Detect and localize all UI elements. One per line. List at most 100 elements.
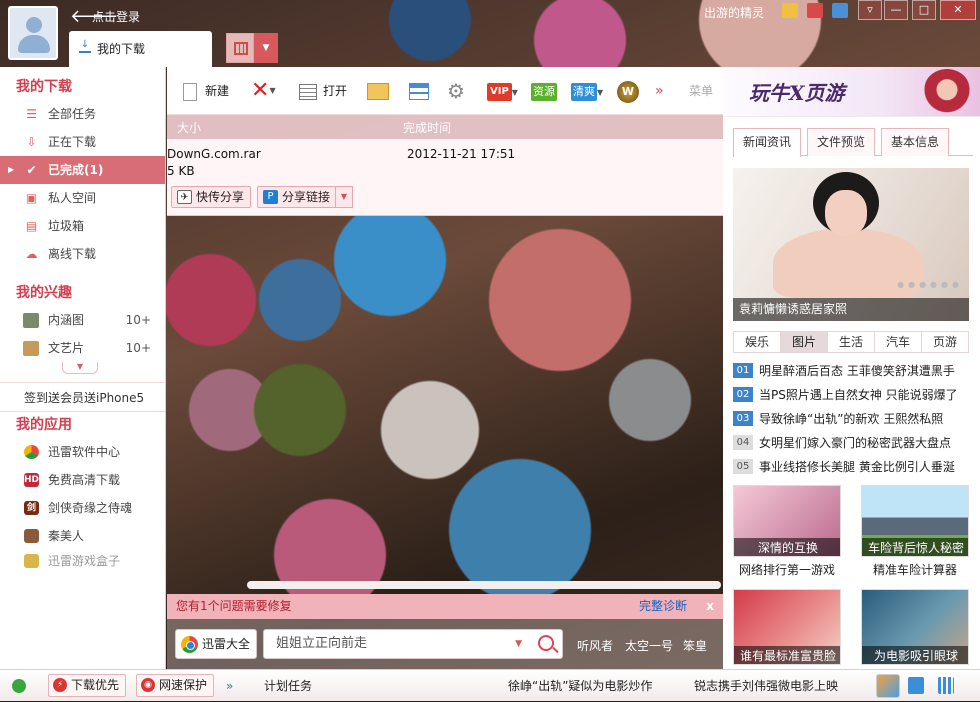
- tab-file-preview[interactable]: 文件预览: [807, 128, 875, 156]
- search-icon[interactable]: [538, 635, 554, 651]
- featured-photo[interactable]: ●●●●●● 袁莉慵懒诱惑居家照: [733, 168, 969, 321]
- share-link-button[interactable]: P 分享链接: [257, 186, 338, 208]
- scheduled-tasks-link[interactable]: 计划任务: [264, 670, 312, 702]
- app-item[interactable]: 秦美人: [0, 522, 165, 550]
- settings-button[interactable]: ⚙: [447, 77, 465, 105]
- avatar[interactable]: [8, 6, 58, 60]
- tab-basic-info[interactable]: 基本信息: [881, 128, 949, 156]
- tab-my-downloads[interactable]: ↓ 我的下载: [69, 31, 212, 67]
- app-item[interactable]: 迅雷游戏盒子: [0, 550, 165, 572]
- menu-button[interactable]: 菜单: [689, 77, 713, 105]
- app-item[interactable]: 剑剑侠奇缘之侍魂: [0, 494, 165, 522]
- notepad-icon[interactable]: [908, 677, 924, 694]
- list-item[interactable]: 01 明星醉酒后百态 王菲傻笑舒淇遭黑手: [733, 359, 969, 383]
- more-tools-button[interactable]: »: [655, 77, 664, 105]
- sidebar-item-offline[interactable]: ☁ 离线下载: [0, 240, 165, 268]
- app-center-icon[interactable]: [876, 674, 900, 698]
- calendar-icon[interactable]: [806, 3, 823, 18]
- collapse-toggle[interactable]: ▼: [62, 362, 98, 374]
- category-entertainment[interactable]: 娱乐: [734, 332, 781, 352]
- app-item[interactable]: HD 免费高清下载: [0, 466, 165, 494]
- folder-button[interactable]: [367, 77, 389, 105]
- details-button[interactable]: [409, 77, 429, 105]
- table-row[interactable]: DownG.com.rar 5 KB 2012-11-21 17:51 ✈ 快传分…: [167, 139, 723, 216]
- delete-button[interactable]: ✕▼: [251, 77, 276, 105]
- more-modes-button[interactable]: »: [226, 670, 233, 702]
- wow-icon: W: [617, 80, 639, 103]
- login-link[interactable]: 点击登录: [92, 8, 140, 25]
- finish-time: 2012-11-21 17:51: [407, 147, 516, 161]
- trash-icon: ▤: [25, 219, 38, 233]
- hot-keyword[interactable]: 笨皇: [683, 637, 707, 654]
- bar-chart-icon[interactable]: [938, 677, 954, 694]
- sidebar-item-label: 垃圾箱: [48, 219, 85, 233]
- shirt-icon[interactable]: [831, 3, 848, 18]
- game-box-icon: [24, 554, 39, 568]
- ticker-news[interactable]: 锐志携手刘伟强微电影上映: [694, 670, 838, 702]
- tile[interactable]: 为电影吸引眼球: [861, 589, 969, 669]
- list-item[interactable]: 03 导致徐峥“出轨”的新欢 王熙然私照: [733, 407, 969, 431]
- carousel-dots[interactable]: ●●●●●●: [897, 280, 963, 289]
- grid-view-button[interactable]: [226, 33, 254, 63]
- category-webgames[interactable]: 页游: [922, 332, 968, 352]
- grid-dropdown-button[interactable]: ▼: [254, 33, 278, 63]
- maximize-button[interactable]: □: [912, 0, 936, 20]
- clean-button[interactable]: 清爽 ▼: [571, 77, 603, 105]
- minimize-button[interactable]: —: [884, 0, 908, 20]
- promo-link[interactable]: 签到送会员送iPhone5: [0, 382, 165, 408]
- list-item[interactable]: 02 当PS照片遇上自然女神 只能说弱爆了: [733, 383, 969, 407]
- wow-game-button[interactable]: W: [617, 77, 639, 105]
- ticker-news[interactable]: 徐峥“出轨”疑似为电影炒作: [508, 670, 652, 702]
- sidebar-item-completed[interactable]: ▶ ✔ 已完成(1): [0, 156, 165, 184]
- share-dropdown-button[interactable]: ▼: [335, 186, 353, 208]
- thumbnail-icon: [23, 313, 39, 328]
- sidebar-item-downloading[interactable]: ⇩ 正在下载: [0, 128, 165, 156]
- open-button[interactable]: 打开: [299, 77, 347, 105]
- tile[interactable]: 谁有最标准富贵脸: [733, 589, 841, 669]
- sidebar-item-label: 文艺片: [48, 341, 85, 355]
- list-item[interactable]: 04 女明星们嫁入豪门的秘密武器大盘点: [733, 431, 969, 455]
- menu-dropdown-button[interactable]: ▿: [858, 0, 882, 20]
- hot-keyword[interactable]: 太空一号: [625, 637, 673, 654]
- category-life[interactable]: 生活: [828, 332, 875, 352]
- full-diagnose-link[interactable]: 完整诊断: [639, 594, 687, 619]
- close-icon[interactable]: x: [706, 594, 714, 619]
- vip-button[interactable]: VIP ▼: [487, 77, 518, 105]
- palette-icon[interactable]: [782, 3, 798, 18]
- list-item[interactable]: 05 事业线搭修长美腿 黄金比例引人垂涎: [733, 455, 969, 479]
- tile[interactable]: 深情的互换 网络排行第一游戏: [733, 485, 841, 582]
- sidebar: 我的下载 ☰ 全部任务 ⇩ 正在下载 ▶ ✔ 已完成(1) ▣ 私人空间 ▤ 垃圾箱 ☁ 离线…: [0, 67, 166, 669]
- column-finish-time[interactable]: 完成时间: [403, 119, 451, 136]
- category-pictures[interactable]: 图片: [781, 332, 828, 352]
- sidebar-item-label: 内涵图: [48, 313, 85, 327]
- new-button[interactable]: 新建: [183, 77, 229, 105]
- delete-dropdown-icon[interactable]: ▼: [269, 86, 275, 95]
- resources-button[interactable]: 资源: [531, 77, 557, 105]
- category-cars[interactable]: 汽车: [875, 332, 922, 352]
- sidebar-item-all-tasks[interactable]: ☰ 全部任务: [0, 100, 165, 128]
- game-banner[interactable]: 玩牛X页游: [723, 67, 980, 117]
- hot-keyword[interactable]: 听风者: [577, 637, 613, 654]
- sidebar-item-trash[interactable]: ▤ 垃圾箱: [0, 212, 165, 240]
- download-priority-button[interactable]: ⚡ 下载优先: [48, 674, 127, 697]
- horizontal-scrollbar[interactable]: [247, 581, 721, 589]
- xunlei-all-button[interactable]: 迅雷大全: [175, 629, 257, 659]
- skin-name[interactable]: 出游的精灵: [704, 4, 764, 21]
- column-size[interactable]: 大小: [177, 119, 201, 136]
- vip-dropdown-icon[interactable]: ▼: [512, 88, 518, 97]
- tile[interactable]: 车险背后惊人秘密 精准车险计算器: [861, 485, 969, 582]
- clean-dropdown-icon[interactable]: ▼: [597, 88, 603, 97]
- close-button[interactable]: ✕: [940, 0, 976, 20]
- fast-share-button[interactable]: ✈ 快传分享: [171, 186, 252, 208]
- leaf-icon[interactable]: [12, 679, 26, 693]
- sidebar-item-interest[interactable]: 内涵图 10+: [0, 306, 165, 334]
- tab-news[interactable]: 新闻资讯: [733, 128, 801, 157]
- sidebar-item-private-space[interactable]: ▣ 私人空间: [0, 184, 165, 212]
- search-input[interactable]: 姐姐立正向前走 ▼: [263, 629, 563, 659]
- search-dropdown-icon[interactable]: ▼: [515, 630, 522, 658]
- expand-arrow-icon[interactable]: ▶: [8, 156, 14, 184]
- toolbar: 新建 ✕▼ 打开 ⚙ VIP ▼ 资源 清爽 ▼ W » 菜单: [167, 67, 723, 115]
- app-item[interactable]: 迅雷软件中心: [0, 438, 165, 466]
- network-protect-button[interactable]: ◉ 网速保护: [136, 674, 215, 697]
- sidebar-item-interest[interactable]: 文艺片 10+: [0, 334, 165, 362]
